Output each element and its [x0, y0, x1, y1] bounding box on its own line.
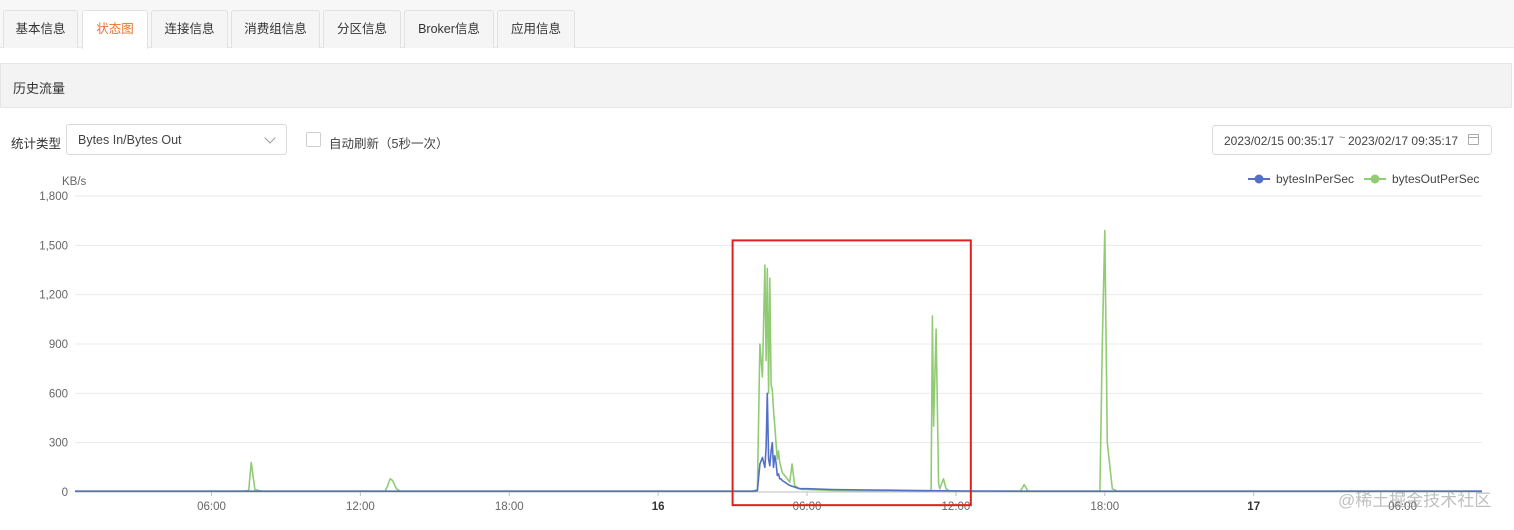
legend-item-bytesOutPerSec: bytesOutPerSec: [1364, 172, 1479, 186]
x-tick-label: 17: [1247, 501, 1260, 513]
y-tick-label: 300: [49, 438, 68, 450]
tab-bar: 基本信息 状态图 连接信息 消费组信息 分区信息 Broker信息 应用信息: [0, 0, 1514, 49]
y-tick-label: 1,500: [39, 240, 68, 252]
x-tick-label: 18:00: [1090, 501, 1119, 513]
series-line-bytesOutPerSec: [75, 229, 1482, 492]
date-range-picker[interactable]: 2023/02/15 00:35:17 ~ 2023/02/17 09:35:1…: [1212, 125, 1492, 155]
traffic-chart-svg: KB/s 0 300 600 900 1,200 1,500 1,800 06:00 12:00 1…: [39, 172, 1482, 513]
x-tick-label: 06:00: [197, 501, 226, 513]
auto-refresh-label[interactable]: 自动刷新（5秒一次）: [329, 133, 448, 152]
y-tick-label: 1,800: [39, 191, 68, 203]
stat-type-select[interactable]: Bytes In/Bytes Out: [66, 124, 287, 155]
legend-marker: [1370, 174, 1380, 184]
legend-label: bytesInPerSec: [1276, 172, 1354, 186]
tab-connection-info[interactable]: 连接信息: [151, 10, 228, 48]
date-start[interactable]: 2023/02/15 00:35:17: [1224, 134, 1334, 148]
calendar-icon[interactable]: [1468, 134, 1479, 145]
date-end[interactable]: 2023/02/17 09:35:17: [1348, 134, 1458, 148]
watermark: @稀土掘金技术社区: [1338, 491, 1492, 510]
x-tick-label: 16: [652, 501, 665, 513]
tab-basic-info[interactable]: 基本信息: [3, 10, 78, 48]
traffic-chart: KB/s 0 300 600 900 1,200 1,500 1,800 06:00 12:00 1…: [0, 160, 1514, 530]
tab-status-chart[interactable]: 状态图: [82, 10, 148, 49]
x-tick-label: 18:00: [495, 501, 524, 513]
x-tick-label: 12:00: [346, 501, 375, 513]
y-tick-label: 900: [49, 339, 68, 351]
x-tick-label: 12:00: [942, 501, 971, 513]
section-header: 历史流量: [0, 63, 1512, 108]
y-tick-label: 1,200: [39, 290, 68, 302]
section-title: 历史流量: [13, 81, 66, 96]
stat-type-label: 统计类型: [11, 137, 62, 151]
legend-item-bytesInPerSec: bytesInPerSec: [1248, 172, 1354, 186]
chevron-down-icon: [264, 132, 276, 144]
x-tick-label: 06:00: [793, 501, 822, 513]
tab-partition-info[interactable]: 分区信息: [323, 10, 401, 48]
tab-app-info[interactable]: 应用信息: [497, 10, 575, 48]
date-separator: ~: [1339, 132, 1346, 144]
tab-broker-info[interactable]: Broker信息: [404, 10, 494, 48]
y-tick-label: 600: [49, 388, 68, 400]
legend-label: bytesOutPerSec: [1392, 172, 1479, 186]
legend-marker: [1254, 174, 1264, 184]
y-tick-label: 0: [62, 487, 68, 499]
auto-refresh-checkbox[interactable]: [306, 132, 321, 147]
stat-type-value: Bytes In/Bytes Out: [78, 133, 182, 147]
y-axis-unit-label: KB/s: [62, 176, 87, 188]
tab-consumer-group-info[interactable]: 消费组信息: [231, 10, 320, 48]
